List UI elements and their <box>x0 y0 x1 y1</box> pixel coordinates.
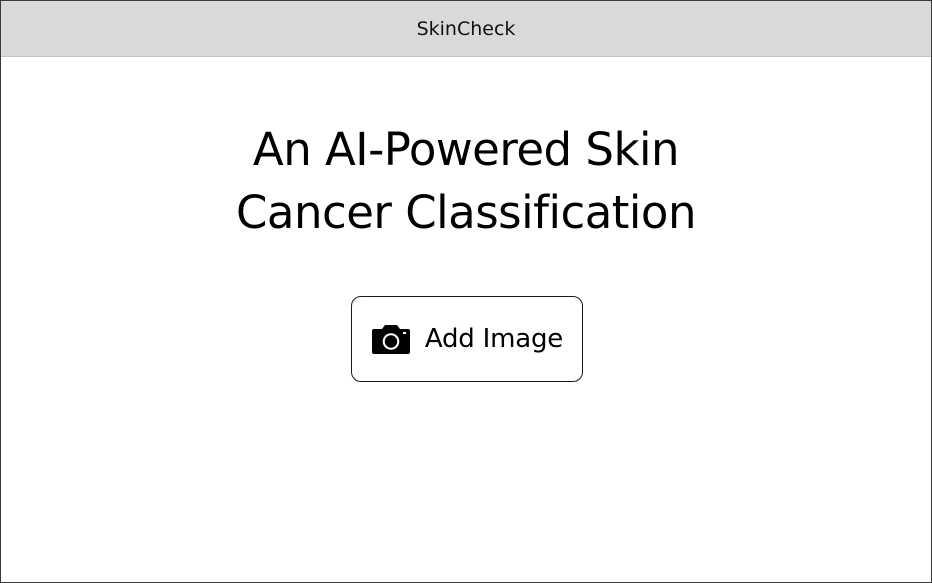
app-title: SkinCheck <box>416 17 516 40</box>
headline-line-1: An AI-Powered Skin <box>252 123 680 176</box>
camera-icon <box>371 325 410 354</box>
add-image-label: Add Image <box>424 324 564 354</box>
add-image-button[interactable]: Add Image <box>351 296 583 382</box>
headline-line-2: Cancer Classification <box>235 186 697 239</box>
page-headline: An AI-Powered Skin Cancer Classification <box>1 118 931 244</box>
app-window: SkinCheck An AI-Powered Skin Cancer Clas… <box>0 0 932 583</box>
app-header: SkinCheck <box>1 1 931 57</box>
